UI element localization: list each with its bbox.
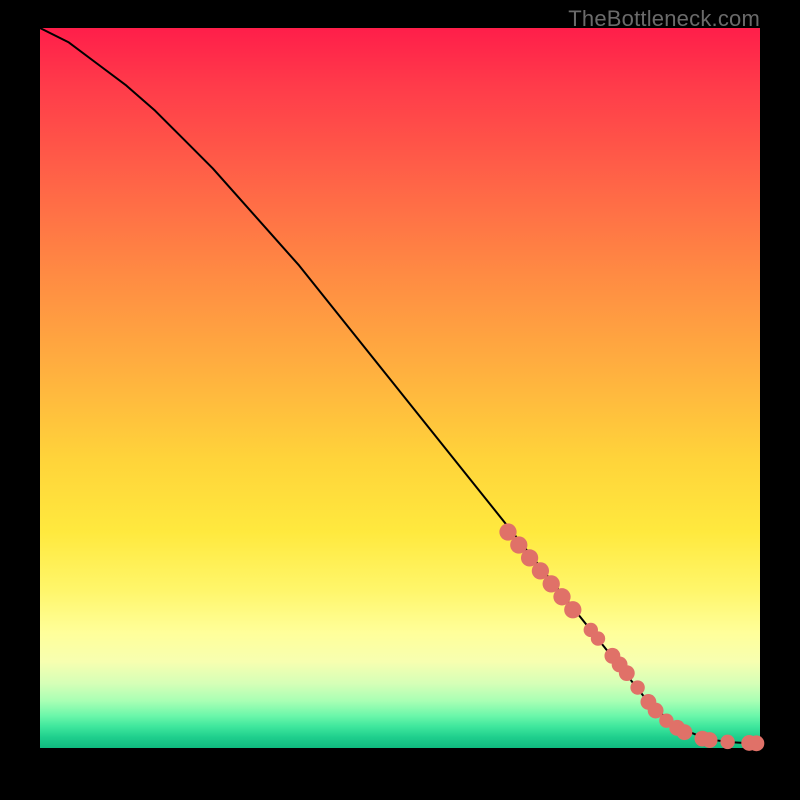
data-marker [564,601,581,618]
data-marker [591,631,605,645]
chart-plot-area [40,28,760,748]
data-marker [720,735,734,749]
data-marker [748,735,764,751]
data-marker [630,680,644,694]
markers-group [499,523,764,751]
data-marker [619,665,635,681]
data-marker [676,724,692,740]
chart-svg [40,28,760,748]
curve-line [40,28,760,744]
data-marker [702,732,718,748]
